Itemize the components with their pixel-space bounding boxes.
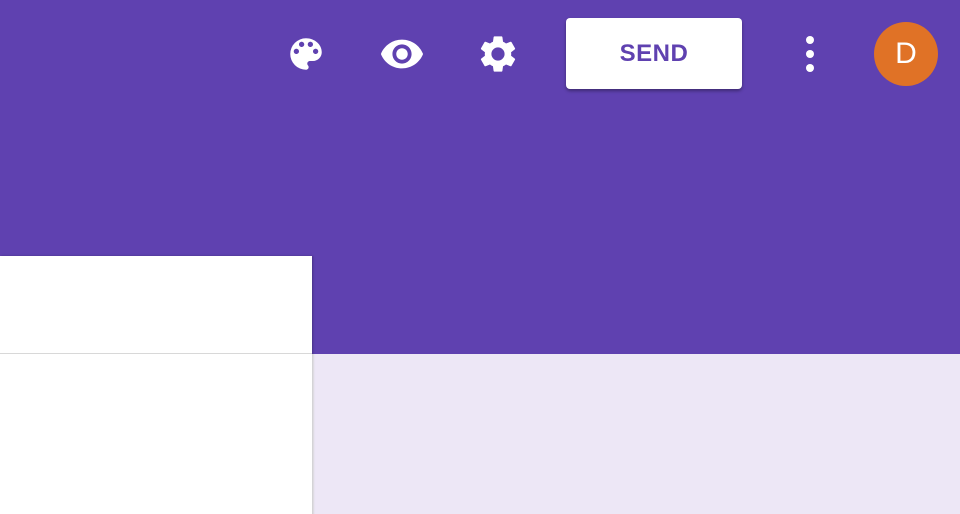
more-vert-icon [804,34,816,74]
send-button-label: SEND [619,39,689,67]
app-root: SEND D [0,0,960,514]
customize-theme-button[interactable] [282,30,330,78]
send-button[interactable]: SEND [566,18,742,89]
form-panel-body [0,354,312,514]
avatar-letter: D [895,37,917,70]
panel-edge-divider [312,354,315,514]
preview-button[interactable] [378,30,426,78]
form-panel-header [0,256,312,354]
palette-icon [285,33,327,75]
eye-icon [379,31,425,77]
gear-icon [476,32,520,76]
more-options-button[interactable] [786,30,834,78]
form-panel [0,256,312,514]
account-avatar[interactable]: D [874,22,938,86]
settings-button[interactable] [474,30,522,78]
